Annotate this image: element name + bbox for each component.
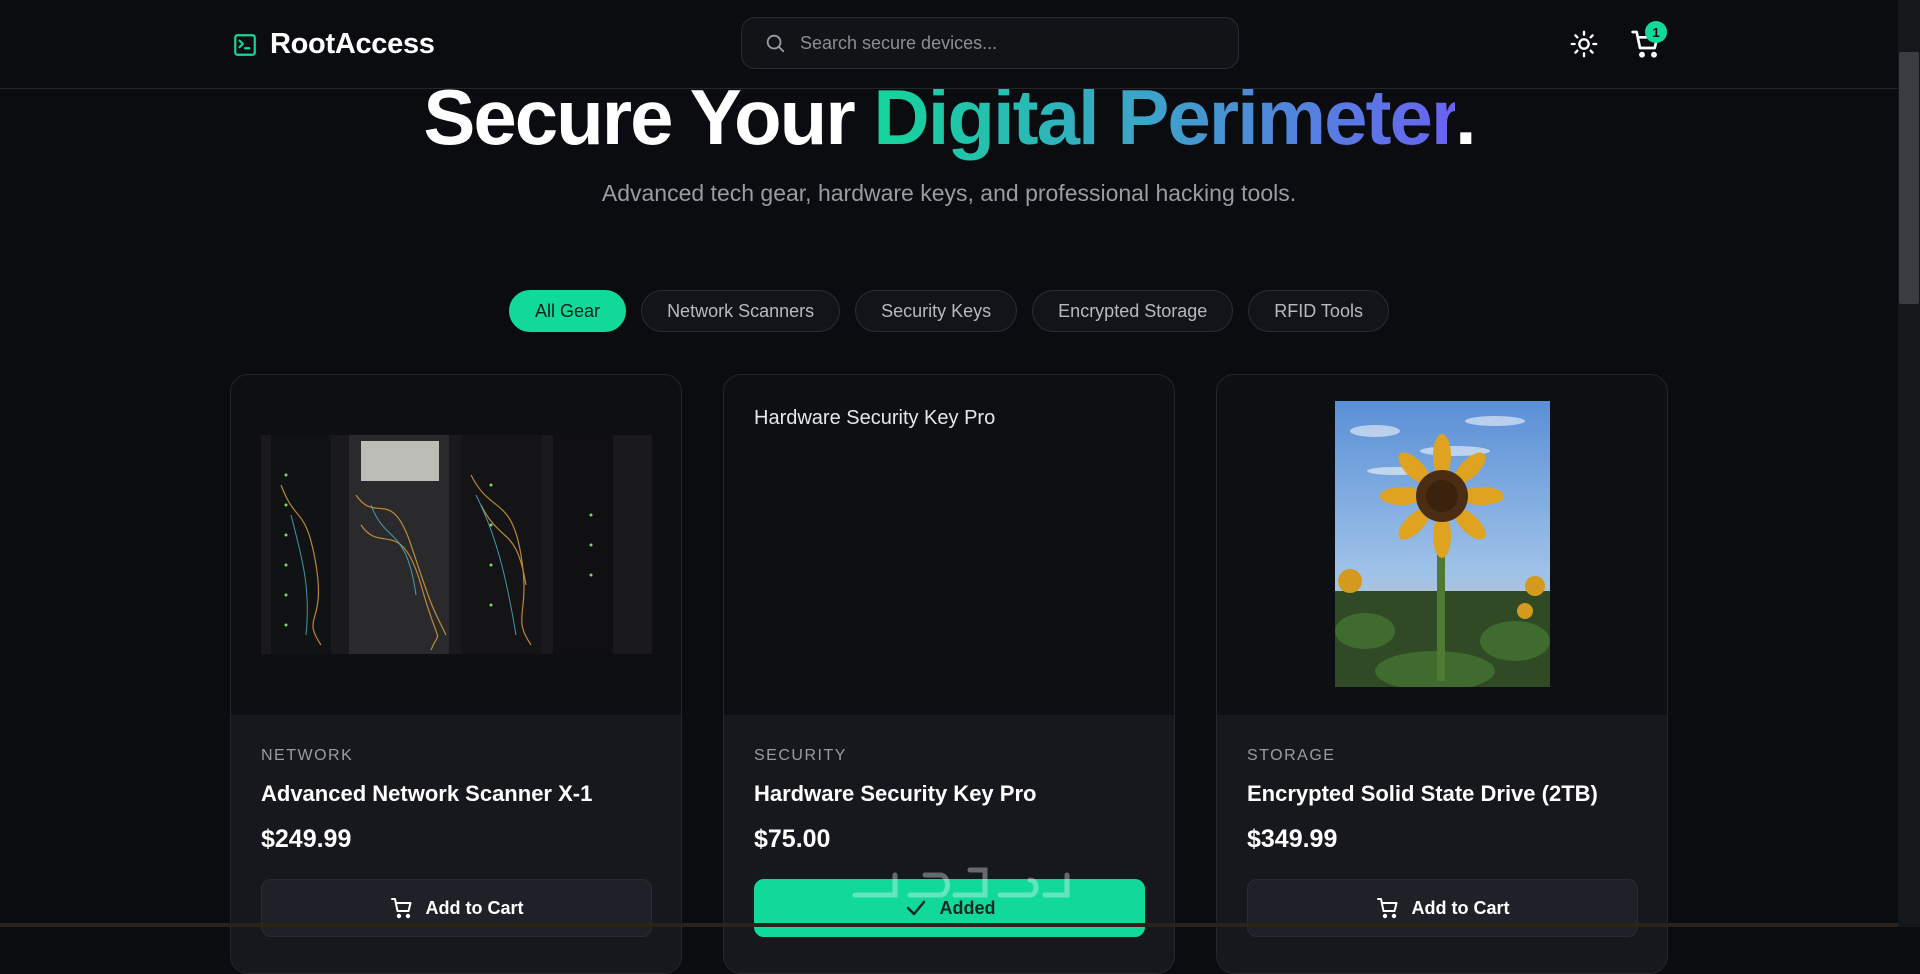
product-title: Encrypted Solid State Drive (2TB) bbox=[1247, 781, 1598, 806]
brand-logo[interactable]: RootAccess bbox=[232, 28, 435, 61]
hero-subtitle: Advanced tech gear, hardware keys, and p… bbox=[601, 180, 1297, 206]
add-to-cart-button[interactable]: Add to Cart bbox=[261, 879, 652, 937]
filter-rfid-tools[interactable]: RFID Tools bbox=[1248, 290, 1389, 332]
server-rack-image bbox=[261, 435, 652, 654]
product-image-area bbox=[1217, 375, 1667, 715]
add-to-cart-button[interactable]: Add to Cart bbox=[1247, 879, 1638, 937]
product-details: STORAGE Encrypted Solid State Drive (2TB… bbox=[1217, 715, 1667, 973]
product-card: NETWORK Advanced Network Scanner X-1 $24… bbox=[230, 374, 682, 974]
search-bar[interactable] bbox=[741, 17, 1239, 69]
added-label: Added bbox=[939, 897, 996, 918]
added-to-cart-button[interactable]: Added bbox=[754, 879, 1145, 937]
search-icon bbox=[766, 34, 785, 53]
brand-name: RootAccess bbox=[270, 28, 435, 60]
product-category: SECURITY bbox=[754, 747, 847, 764]
product-price: $75.00 bbox=[754, 825, 831, 853]
product-title: Advanced Network Scanner X-1 bbox=[261, 781, 593, 806]
terminal-icon bbox=[234, 33, 256, 56]
product-title: Hardware Security Key Pro bbox=[754, 781, 1037, 806]
filter-network-scanners[interactable]: Network Scanners bbox=[641, 290, 841, 332]
product-card: Hardware Security Key Pro SECURITY Hardw… bbox=[723, 374, 1175, 974]
product-category: STORAGE bbox=[1247, 747, 1336, 764]
product-category: NETWORK bbox=[261, 747, 354, 764]
sun-icon[interactable] bbox=[1570, 30, 1598, 58]
filter-security-keys[interactable]: Security Keys bbox=[855, 290, 1018, 332]
broken-image-alt-text: Hardware Security Key Pro bbox=[754, 407, 996, 429]
category-filters: All Gear Network Scanners Security Keys … bbox=[0, 290, 1898, 332]
bottom-edge-strip bbox=[0, 923, 1898, 927]
product-details: SECURITY Hardware Security Key Pro $75.0… bbox=[724, 715, 1174, 973]
filter-encrypted-storage[interactable]: Encrypted Storage bbox=[1032, 290, 1234, 332]
product-image-area bbox=[231, 375, 681, 715]
check-icon bbox=[906, 900, 925, 916]
product-price: $349.99 bbox=[1247, 825, 1338, 853]
scrollbar-thumb[interactable] bbox=[1899, 52, 1919, 304]
top-navbar: RootAccess 1 bbox=[0, 0, 1898, 89]
product-card: STORAGE Encrypted Solid State Drive (2TB… bbox=[1216, 374, 1668, 974]
cart-icon bbox=[1376, 898, 1397, 919]
product-price: $249.99 bbox=[261, 825, 352, 853]
add-to-cart-label: Add to Cart bbox=[1411, 897, 1510, 918]
sunflower-image bbox=[1335, 401, 1550, 687]
search-input[interactable] bbox=[798, 31, 1222, 55]
filter-all-gear[interactable]: All Gear bbox=[509, 290, 627, 332]
cart-count-badge: 1 bbox=[1645, 21, 1667, 43]
product-details: NETWORK Advanced Network Scanner X-1 $24… bbox=[231, 715, 681, 973]
product-image-area: Hardware Security Key Pro bbox=[724, 375, 1174, 715]
add-to-cart-label: Add to Cart bbox=[425, 897, 524, 918]
cart-icon bbox=[390, 898, 411, 919]
